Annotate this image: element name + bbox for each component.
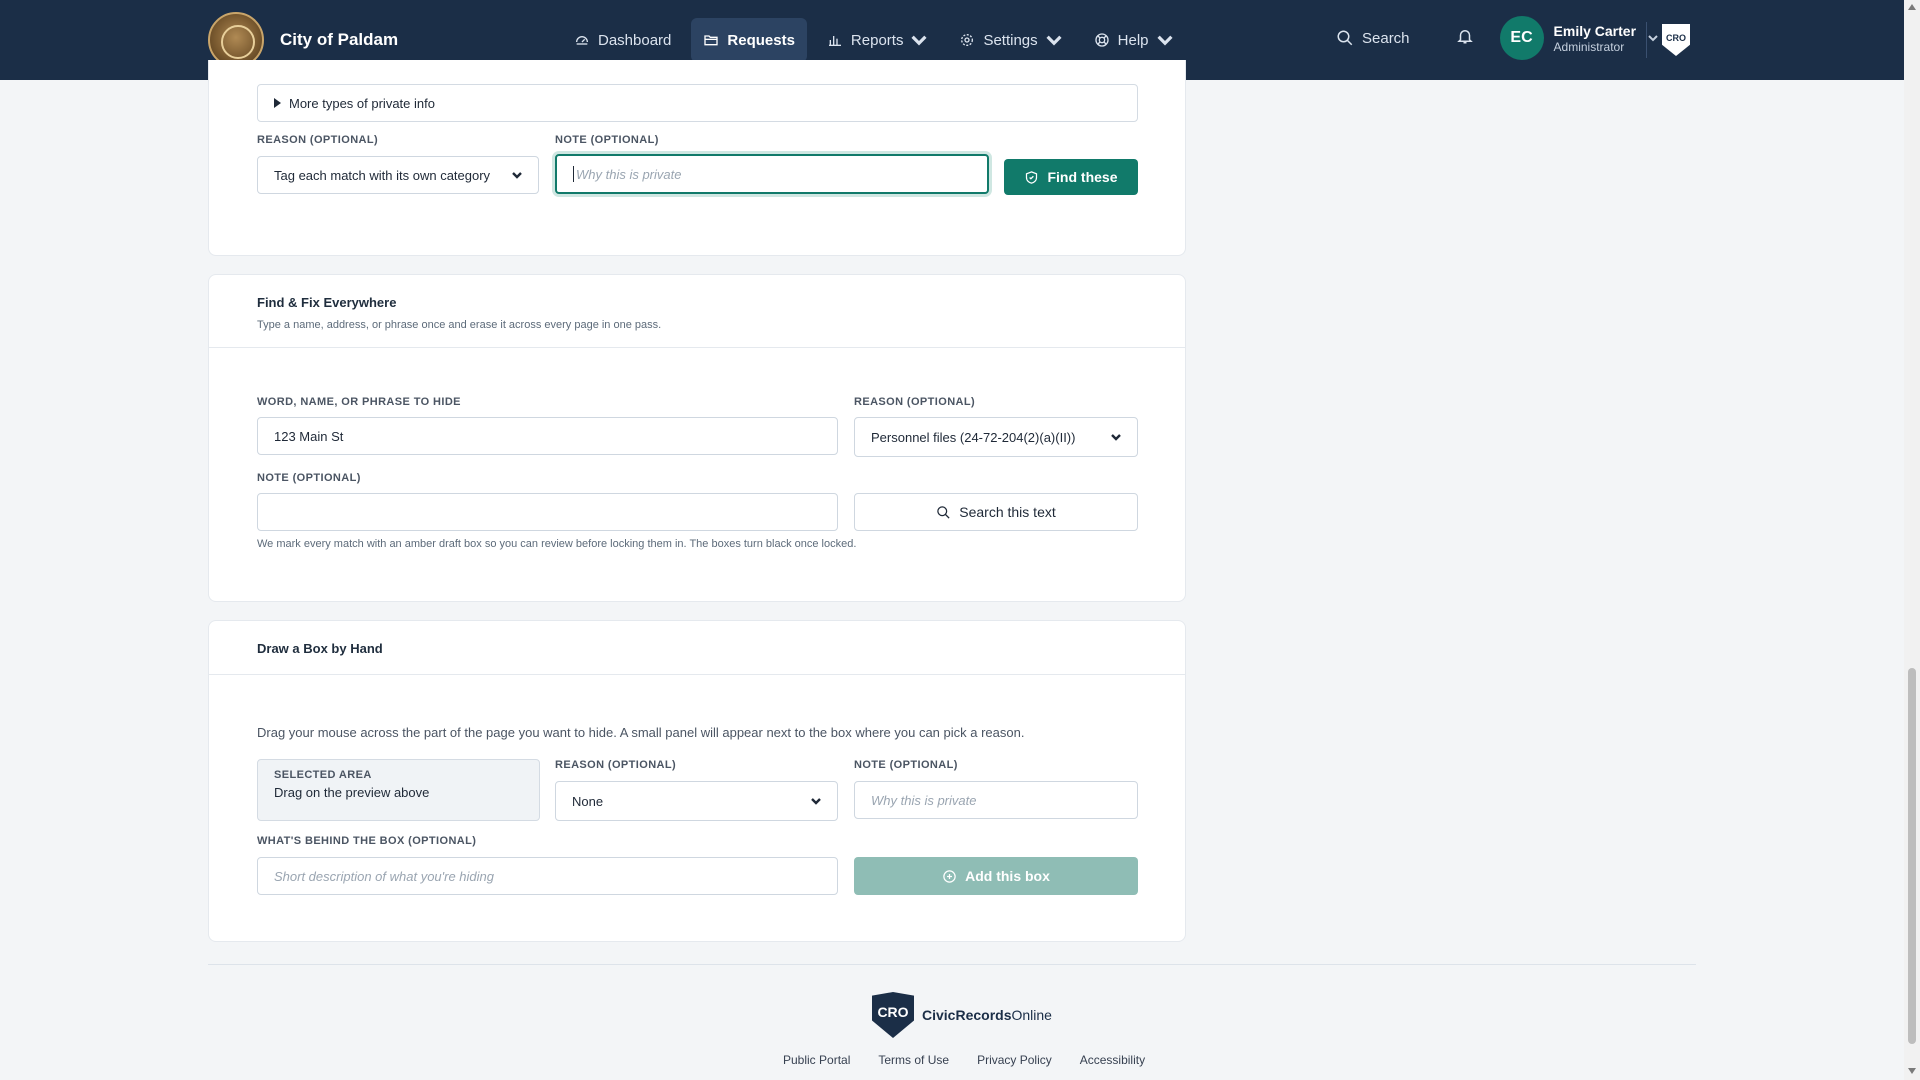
find-these-button[interactable]: Find these	[1004, 159, 1138, 195]
shield-check-icon	[1026, 170, 1038, 184]
find-fix-subtitle: Type a name, address, or phrase once and…	[257, 319, 662, 331]
add-box-button[interactable]: Add this box	[854, 857, 1138, 895]
cro-badge-icon[interactable]: CRO	[1662, 24, 1690, 56]
city-name: City of Paldam	[280, 30, 399, 49]
text-caret	[573, 166, 574, 182]
nav-dashboard-label: Dashboard	[598, 31, 672, 49]
dashboard-icon	[576, 36, 588, 45]
note-input[interactable]: Why this is private	[555, 154, 989, 194]
scroll-down-arrow-icon[interactable]	[1908, 1068, 1916, 1074]
main-nav: Dashboard Requests Reports Settings Help	[562, 18, 1185, 62]
find-fix-hint: We mark every match with an amber draft …	[257, 538, 857, 550]
disclosure-triangle-icon	[274, 98, 281, 108]
footer-links: Public Portal Terms of Use Privacy Polic…	[783, 1053, 1145, 1067]
phrase-input[interactable]: 123 Main St	[257, 417, 838, 455]
reason-select[interactable]: Personnel files (24-72-204(2)(a)(II))	[854, 417, 1138, 457]
reason-select[interactable]: None	[555, 781, 838, 821]
bar-chart-icon	[828, 36, 841, 46]
footer-link-terms[interactable]: Terms of Use	[878, 1053, 949, 1067]
nav-requests[interactable]: Requests	[691, 18, 807, 62]
page-scrollbar[interactable]	[1904, 0, 1920, 1080]
chevron-down-icon	[1156, 35, 1173, 46]
nav-help[interactable]: Help	[1082, 18, 1185, 62]
footer-divider	[208, 964, 1696, 965]
reason-label: REASON (OPTIONAL)	[555, 759, 677, 771]
more-types-toggle[interactable]: More types of private info	[257, 84, 1138, 122]
selected-area-label: SELECTED AREA	[274, 769, 372, 781]
find-these-label: Find these	[1047, 169, 1118, 185]
search-text-button[interactable]: Search this text	[854, 493, 1138, 531]
scrollbar-thumb[interactable]	[1908, 668, 1916, 1044]
note-input[interactable]: Why this is private	[854, 781, 1138, 819]
scroll-up-arrow-icon[interactable]	[1908, 4, 1916, 10]
gear-icon	[961, 34, 974, 46]
find-fix-header: Find & Fix Everywhere Type a name, addre…	[209, 275, 1185, 348]
nav-divider	[1646, 22, 1647, 58]
chevron-down-icon	[1111, 434, 1121, 441]
reason-select[interactable]: Tag each match with its own category	[257, 156, 539, 194]
note-label: NOTE (OPTIONAL)	[257, 472, 361, 484]
find-fix-card: Find & Fix Everywhere Type a name, addre…	[208, 274, 1186, 602]
footer-logo[interactable]: CRO CivicRecordsOnline	[872, 992, 1052, 1038]
note-input[interactable]	[257, 493, 838, 531]
footer-link-public-portal[interactable]: Public Portal	[783, 1053, 850, 1067]
note-label: NOTE (OPTIONAL)	[854, 759, 958, 771]
nav-requests-label: Requests	[727, 31, 795, 49]
chevron-down-icon	[811, 798, 821, 805]
user-menu[interactable]: Emily Carter Administrator	[1554, 23, 1636, 54]
nav-help-label: Help	[1117, 31, 1149, 49]
behind-box-input[interactable]: Short description of what you're hiding	[257, 857, 838, 895]
search-icon	[937, 505, 950, 519]
plus-circle-icon	[943, 869, 956, 883]
footer-brand-rest: Online	[1011, 1007, 1052, 1023]
footer-link-privacy[interactable]: Privacy Policy	[977, 1053, 1052, 1067]
chevron-down-icon	[911, 35, 927, 46]
help-icon	[1094, 33, 1109, 47]
nav-right: Search EC Emily Carter Administrator	[1336, 16, 1658, 60]
chevron-down-icon[interactable]	[1648, 33, 1658, 43]
user-role: Administrator	[1553, 39, 1625, 54]
nav-settings-label: Settings	[983, 31, 1038, 49]
note-placeholder: Why this is private	[871, 792, 977, 808]
search-text-label: Search this text	[959, 504, 1056, 520]
bell-icon	[1456, 29, 1473, 43]
note-label: NOTE (OPTIONAL)	[555, 134, 659, 146]
footer-link-accessibility[interactable]: Accessibility	[1080, 1053, 1145, 1067]
nav-reports[interactable]: Reports	[815, 18, 940, 62]
more-types-label: More types of private info	[289, 95, 435, 111]
behind-box-placeholder: Short description of what you're hiding	[274, 868, 494, 884]
chevron-down-icon	[1046, 35, 1062, 46]
selected-area-value: Drag on the preview above	[274, 785, 430, 800]
draw-box-title: Draw a Box by Hand	[257, 641, 383, 656]
find-fix-title: Find & Fix Everywhere	[257, 295, 397, 310]
footer-brand: CivicRecordsOnline	[922, 1007, 1052, 1023]
footer-brand-bold: CivicRecords	[922, 1007, 1012, 1023]
search-label: Search	[1362, 29, 1410, 47]
draw-box-card: Draw a Box by Hand Drag your mouse acros…	[208, 620, 1186, 942]
add-box-label: Add this box	[965, 868, 1050, 884]
nav-dashboard[interactable]: Dashboard	[562, 18, 683, 62]
user-name: Emily Carter	[1553, 22, 1637, 39]
folder-icon	[704, 35, 719, 46]
reason-select-value: Tag each match with its own category	[274, 167, 491, 183]
reason-select-value: None	[572, 793, 604, 809]
private-info-card: More types of private info REASON (OPTIO…	[208, 60, 1186, 256]
cro-shield-icon: CRO	[872, 992, 914, 1038]
nav-reports-label: Reports	[850, 31, 904, 49]
reason-select-value: Personnel files (24-72-204(2)(a)(II))	[871, 429, 1076, 445]
notifications-button[interactable]	[1456, 27, 1474, 50]
phrase-label: WORD, NAME, OR PHRASE TO HIDE	[257, 396, 461, 408]
search-icon	[1337, 30, 1353, 46]
chevron-down-icon	[512, 172, 522, 179]
draw-box-header: Draw a Box by Hand	[209, 621, 1185, 675]
nav-settings[interactable]: Settings	[947, 18, 1073, 62]
note-placeholder: Why this is private	[576, 166, 682, 182]
reason-label: REASON (OPTIONAL)	[257, 134, 379, 146]
reason-label: REASON (OPTIONAL)	[854, 396, 976, 408]
behind-box-label: WHAT'S BEHIND THE BOX (OPTIONAL)	[257, 835, 477, 847]
draw-box-instructions: Drag your mouse across the part of the p…	[257, 725, 1025, 740]
selected-area-display: SELECTED AREA Drag on the preview above	[257, 759, 540, 821]
avatar[interactable]: EC	[1499, 16, 1544, 60]
global-search-button[interactable]: Search	[1336, 29, 1410, 47]
